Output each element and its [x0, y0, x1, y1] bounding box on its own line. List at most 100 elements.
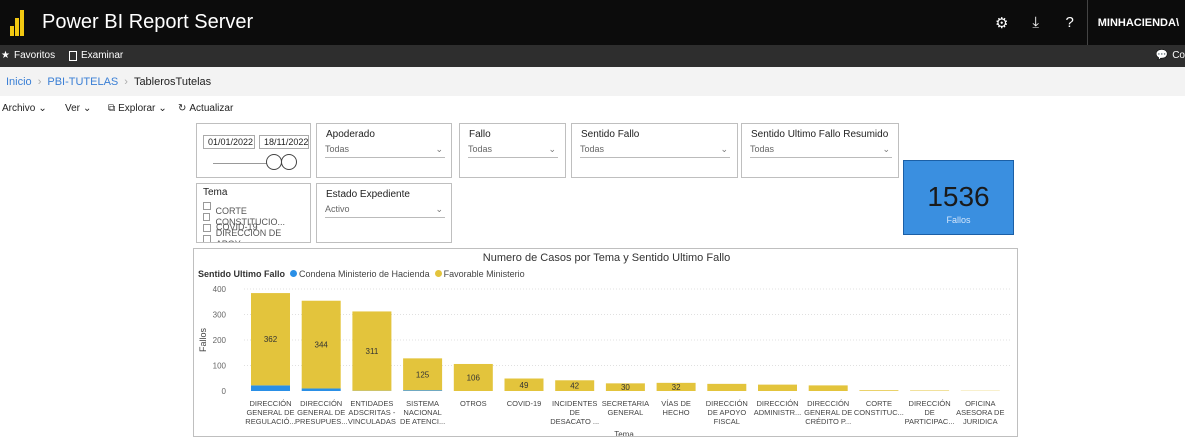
bar-segment-favorable [910, 390, 950, 391]
apoderado-dropdown[interactable]: Todas ⌄ [325, 144, 445, 158]
x-tick-label: DIRECCIÓN [756, 399, 798, 408]
x-tick-label: DESACATO ... [550, 417, 599, 426]
chevron-down-icon: ⌄ [38, 103, 47, 114]
tema-option[interactable]: DIRECCIÓN DE APOY... [203, 228, 310, 242]
refresh-icon: ↻ [178, 103, 187, 114]
slicer-title: Tema [203, 187, 228, 198]
fallo-slicer: Fallo Todas ⌄ [459, 123, 566, 178]
checkbox-icon [203, 212, 211, 221]
view-menu[interactable]: Ver ⌄ [65, 103, 91, 114]
bar-data-label: 32 [672, 383, 681, 392]
favorites-bar: ★ Favoritos Examinar 💬 Co [0, 45, 1185, 67]
bar-segment-favorable [707, 383, 747, 391]
x-tick-label: DE ATENCI... [400, 417, 445, 426]
slicer-title: Apoderado [326, 129, 375, 140]
x-tick-label: DE [924, 408, 934, 417]
x-tick-label: REGULACIÓ... [245, 417, 295, 426]
bar-data-label: 311 [366, 347, 379, 356]
download-icon[interactable]: ⤓ [1019, 0, 1053, 45]
file-menu[interactable]: Archivo ⌄ [2, 103, 47, 114]
checkbox-icon [203, 223, 211, 232]
slicer-title: Sentido Ultimo Fallo Resumido [751, 129, 889, 140]
x-tick-label: SISTEMA [406, 399, 439, 408]
help-icon[interactable]: ? [1053, 0, 1087, 45]
explore-menu[interactable]: ⧉ Explorar ⌄ [108, 103, 167, 114]
x-tick-label: SECRETARIA [602, 399, 649, 408]
x-tick-label: ADMINISTR... [754, 408, 802, 417]
date-end-handle[interactable] [281, 154, 297, 170]
tema-option[interactable]: CORTE CONSTITUCIO... [203, 206, 310, 227]
sentido-fallo-dropdown[interactable]: Todas ⌄ [580, 144, 730, 158]
x-tick-label: JURIDICA [963, 417, 998, 426]
x-tick-label: DIRECCIÓN [249, 399, 291, 408]
app-title: Power BI Report Server [42, 11, 254, 33]
comment-icon: 💬 [1155, 50, 1169, 61]
bar-data-label: 344 [315, 341, 329, 350]
y-tick-label: 400 [213, 285, 227, 294]
x-tick-label: HECHO [663, 408, 690, 417]
x-tick-label: DIRECCIÓN [300, 399, 342, 408]
breadcrumb-home[interactable]: Inicio [6, 76, 32, 88]
x-tick-label: PRESUPUES... [295, 417, 348, 426]
bar-segment-condena [301, 388, 341, 391]
chevron-down-icon: ⌄ [548, 144, 556, 154]
date-slicer: 01/01/2022 18/11/2022 [196, 123, 311, 178]
bar-data-label: 30 [621, 383, 630, 392]
slicer-title: Sentido Fallo [581, 129, 640, 140]
x-tick-label: GENERAL [607, 408, 643, 417]
browse-button[interactable]: Examinar [69, 50, 123, 61]
sentido-ultimo-fallo-slicer: Sentido Ultimo Fallo Resumido Todas ⌄ [741, 123, 899, 178]
breadcrumb: Inicio › PBI-TUTELAS › TablerosTutelas [0, 67, 1185, 96]
y-tick-label: 200 [213, 336, 227, 345]
bar-segment-favorable [859, 390, 899, 391]
bar-data-label: 42 [570, 382, 579, 391]
x-tick-label: DIRECCIÓN [807, 399, 849, 408]
favorites-button[interactable]: ★ Favoritos [1, 50, 55, 61]
refresh-button[interactable]: ↻ Actualizar [178, 103, 233, 114]
date-start-field[interactable]: 01/01/2022 [203, 135, 255, 149]
document-icon [69, 50, 77, 61]
x-tick-label: ADSCRITAS - [348, 408, 395, 417]
fallo-dropdown[interactable]: Todas ⌄ [468, 144, 558, 158]
date-start-handle[interactable] [266, 154, 282, 170]
date-end-field[interactable]: 18/11/2022 [259, 135, 309, 149]
x-tick-label: VÍAS DE [661, 399, 691, 408]
slicer-title: Fallo [469, 129, 491, 140]
checkbox-icon [203, 201, 211, 210]
chevron-down-icon: ⌄ [720, 144, 728, 154]
bar-segment-condena [403, 390, 443, 391]
user-menu[interactable]: MINHACIENDA\ [1086, 0, 1185, 45]
x-tick-label: DIRECCIÓN [706, 399, 748, 408]
bar-segment-favorable [808, 385, 848, 391]
breadcrumb-folder[interactable]: PBI-TUTELAS [47, 76, 118, 88]
x-tick-label: CORTE [866, 399, 892, 408]
x-tick-label: GENERAL DE [804, 408, 852, 417]
bar-data-label: 125 [416, 370, 430, 379]
tema-slicer: Tema CORTE CONSTITUCIO... COVID-19 DIREC… [196, 183, 311, 243]
sentido-ultimo-fallo-dropdown[interactable]: Todas ⌄ [750, 144, 892, 158]
estado-expediente-dropdown[interactable]: Activo ⌄ [325, 204, 445, 218]
report-toolbar: Archivo ⌄ Ver ⌄ ⧉ Explorar ⌄ ↻ Actualizar [0, 96, 1185, 120]
chevron-down-icon: ⌄ [435, 204, 443, 214]
x-tick-label: COVID-19 [507, 399, 542, 408]
x-tick-label: CONSTITUC... [854, 408, 904, 417]
x-tick-label: NACIONAL [403, 408, 441, 417]
x-tick-label: INCIDENTES [552, 399, 597, 408]
bar-data-label: 362 [264, 335, 278, 344]
power-bi-logo-icon [10, 10, 24, 36]
sentido-fallo-slicer: Sentido Fallo Todas ⌄ [571, 123, 738, 178]
kpi-card: 1536 Fallos [903, 160, 1014, 235]
x-tick-label: DIRECCIÓN [909, 399, 951, 408]
top-bar: Power BI Report Server ⚙ ⤓ ? MINHACIENDA… [0, 0, 1185, 45]
breadcrumb-current: TablerosTutelas [133, 76, 212, 88]
x-tick-label: ASESORA DE [956, 408, 1004, 417]
gear-icon[interactable]: ⚙ [985, 0, 1019, 45]
x-tick-label: DE [569, 408, 579, 417]
y-tick-label: 300 [213, 311, 227, 320]
slicer-title: Estado Expediente [326, 189, 410, 200]
y-tick-label: 100 [213, 362, 227, 371]
chevron-down-icon: ⌄ [83, 103, 92, 114]
bar-chart: 0100200300400Fallos 362DIRECCIÓNGENERAL D… [198, 285, 1012, 436]
x-tick-label: VINCULADAS [348, 417, 396, 426]
comments-button[interactable]: 💬 Co [1156, 50, 1185, 61]
